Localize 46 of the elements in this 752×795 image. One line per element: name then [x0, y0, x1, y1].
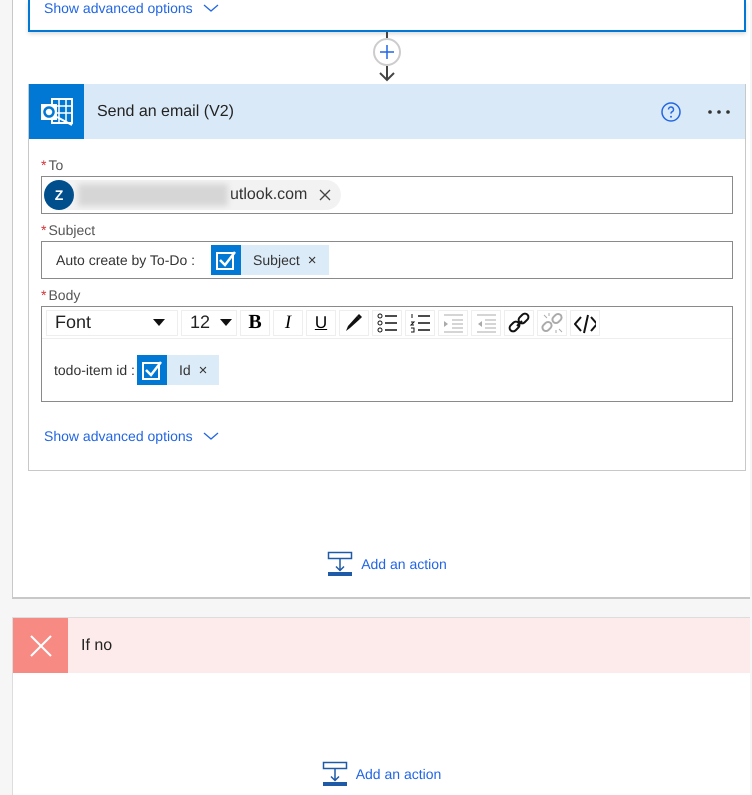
required-asterisk: *: [41, 222, 46, 238]
checkbox-icon: [211, 245, 242, 275]
add-action-link[interactable]: Add an action: [322, 761, 442, 787]
subject-text: Auto create by To-Do :: [55, 252, 196, 268]
font-size-dropdown[interactable]: 12: [181, 310, 237, 336]
token-label: Id: [178, 362, 192, 378]
bullet-list-icon[interactable]: [376, 312, 398, 334]
add-action-link[interactable]: Add an action: [327, 551, 447, 577]
field-label: Subject: [48, 222, 96, 238]
italic-button[interactable]: I: [273, 310, 303, 336]
show-advanced-options-link[interactable]: Show advanced options: [44, 428, 219, 444]
help-icon[interactable]: [661, 102, 681, 122]
chevron-down-icon: [202, 432, 219, 440]
underline-button[interactable]: U: [306, 310, 336, 336]
field-label: Body: [48, 287, 80, 303]
avatar-initial: Z: [44, 180, 74, 210]
recipients-field[interactable]: Z utlook.com: [41, 176, 733, 214]
dynamic-content-token[interactable]: Id ×: [136, 355, 220, 385]
show-advanced-options-link[interactable]: Show advanced options: [44, 0, 219, 16]
action-title: Send an email (V2): [97, 102, 235, 120]
token-label: Subject: [252, 252, 301, 268]
body-text: todo-item id :: [54, 362, 135, 378]
numbered-list-icon[interactable]: [409, 312, 431, 334]
remove-token[interactable]: ×: [198, 362, 220, 378]
required-asterisk: *: [41, 287, 46, 303]
caret-icon: [220, 319, 232, 326]
font-dropdown[interactable]: Font: [46, 310, 178, 336]
add-step-icon[interactable]: [373, 38, 401, 66]
caret-icon: [153, 319, 165, 326]
link-icon[interactable]: [508, 312, 530, 334]
subject-field[interactable]: Auto create by To-Do : Subject ×: [41, 241, 733, 279]
required-asterisk: *: [41, 157, 46, 173]
insert-step-icon: [322, 761, 348, 787]
recipient-address: utlook.com: [230, 186, 308, 204]
field-label: To: [48, 157, 64, 173]
remove-token[interactable]: ×: [308, 252, 329, 268]
pen-icon[interactable]: [343, 312, 365, 334]
remove-icon[interactable]: [319, 189, 332, 201]
dynamic-content-token[interactable]: Subject ×: [211, 245, 329, 275]
checkbox-icon: [136, 355, 167, 385]
bold-button[interactable]: B: [240, 310, 270, 336]
chevron-down-icon: [202, 4, 219, 12]
recipient-token[interactable]: Z utlook.com: [44, 180, 342, 210]
more-options-icon[interactable]: [707, 108, 731, 114]
branch-title: If no: [81, 636, 112, 654]
insert-step-icon: [327, 551, 354, 577]
